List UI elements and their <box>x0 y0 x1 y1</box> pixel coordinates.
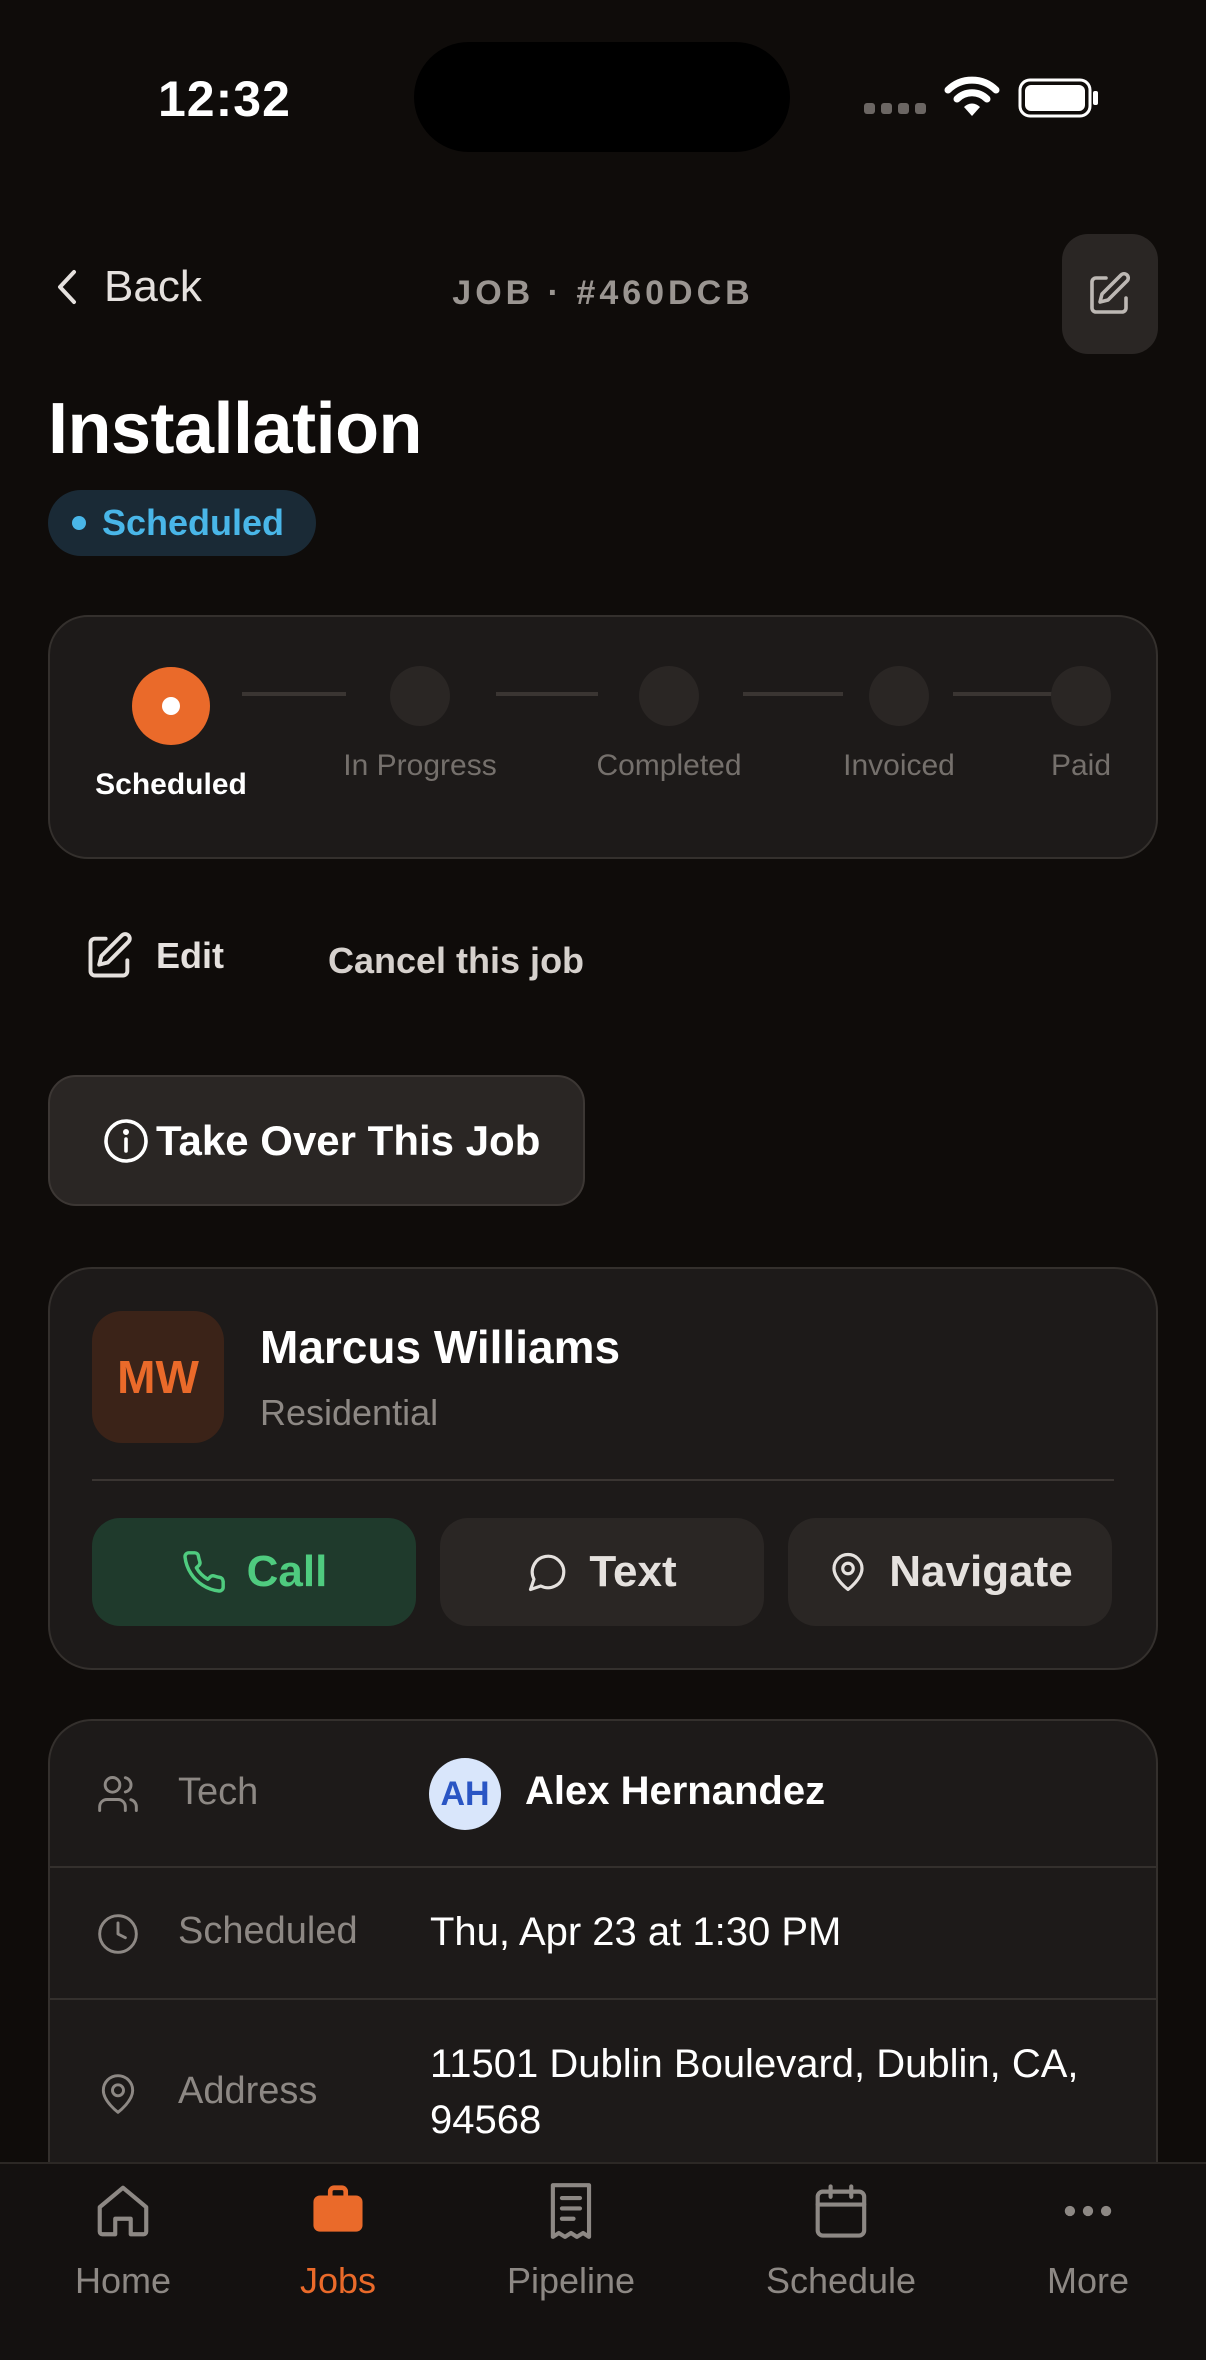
address-line-1: 11501 Dublin Boulevard, Dublin, CA, <box>430 2042 1079 2086</box>
nav-schedule-label: Schedule <box>765 2260 917 2301</box>
edit-icon <box>88 932 132 978</box>
edit-label: Edit <box>156 935 224 976</box>
tech-avatar: AH <box>429 1758 501 1830</box>
customer-avatar: MW <box>92 1311 224 1443</box>
tech-label: Tech <box>178 1771 259 1813</box>
nav-schedule[interactable]: Schedule <box>766 2180 916 2302</box>
phone-icon <box>182 1551 225 1593</box>
nav-jobs[interactable]: Jobs <box>300 2180 376 2302</box>
tech-name[interactable]: Alex Hernandez <box>525 1769 825 1814</box>
info-icon <box>104 1118 148 1163</box>
edit-job-button[interactable]: Edit <box>84 930 224 982</box>
address-line-2: 94568 <box>430 2098 542 2142</box>
take-over-label: Take Over This Job <box>156 1116 541 1164</box>
progress-connector <box>953 692 1053 696</box>
job-id: JOB · #460DCB <box>452 274 754 312</box>
text-button[interactable]: Text <box>440 1518 764 1626</box>
divider <box>50 1998 1156 2000</box>
dynamic-island <box>414 42 790 152</box>
navigate-label: Navigate <box>889 1547 1073 1596</box>
nav-pipeline[interactable]: Pipeline <box>507 2180 635 2302</box>
customer-type: Residential <box>260 1392 439 1433</box>
call-button[interactable]: Call <box>92 1518 416 1626</box>
status-badge-label: Scheduled <box>102 502 285 543</box>
divider <box>92 1479 1114 1481</box>
progress-connector <box>242 692 346 696</box>
nav-more[interactable]: More <box>1047 2180 1129 2302</box>
map-pin-icon <box>101 2074 135 2114</box>
step-label-paid: Paid <box>1050 749 1112 782</box>
status-time: 12:32 <box>158 71 291 127</box>
address-value[interactable]: 11501 Dublin Boulevard, Dublin, CA, 9456… <box>430 2036 1079 2148</box>
battery-icon <box>1018 78 1098 118</box>
more-dots-icon <box>1064 2205 1112 2217</box>
briefcase-icon <box>313 2185 363 2232</box>
home-icon <box>97 2185 149 2237</box>
step-circle-scheduled <box>132 667 210 745</box>
text-label: Text <box>589 1547 677 1596</box>
wifi-icon <box>944 76 1000 116</box>
nav-home[interactable]: Home <box>75 2180 171 2302</box>
step-label-invoiced: Invoiced <box>843 749 955 782</box>
status-dot <box>72 516 86 530</box>
step-label-scheduled: Scheduled <box>95 768 247 801</box>
cellular-signal-icon <box>864 103 926 114</box>
step-circle-invoiced <box>869 666 929 726</box>
step-circle-paid <box>1051 666 1111 726</box>
scheduled-value: Thu, Apr 23 at 1:30 PM <box>430 1910 842 1954</box>
message-icon <box>529 1554 566 1592</box>
edit-icon <box>1090 271 1131 314</box>
job-progress-tracker <box>48 615 1158 859</box>
page-title: Installation <box>48 389 423 469</box>
step-circle-completed <box>639 666 699 726</box>
nav-pipeline-label: Pipeline <box>506 2260 636 2301</box>
progress-connector <box>743 692 843 696</box>
calendar-icon <box>815 2184 867 2238</box>
take-over-job-button[interactable]: Take Over This Job <box>48 1075 585 1206</box>
status-badge: Scheduled <box>48 490 317 556</box>
navigate-button[interactable]: Navigate <box>788 1518 1112 1626</box>
divider <box>50 1866 1156 1868</box>
progress-connector <box>496 692 598 696</box>
users-icon <box>98 1776 138 1812</box>
customer-name: Marcus Williams <box>260 1321 621 1373</box>
edit-icon-button[interactable] <box>1062 234 1158 354</box>
address-label: Address <box>178 2070 318 2112</box>
call-label: Call <box>246 1547 328 1596</box>
step-label-completed: Completed <box>596 749 742 782</box>
step-circle-in-progress <box>390 666 450 726</box>
nav-jobs-label: Jobs <box>299 2260 377 2301</box>
step-label-in-progress: In Progress <box>343 749 497 782</box>
nav-home-label: Home <box>74 2260 172 2301</box>
clock-icon <box>98 1914 138 1954</box>
cancel-job-button[interactable]: Cancel this job <box>328 940 584 982</box>
scheduled-label: Scheduled <box>178 1910 358 1952</box>
nav-more-label: More <box>1046 2260 1130 2301</box>
map-pin-icon <box>832 1553 864 1592</box>
receipt-icon <box>550 2183 592 2239</box>
